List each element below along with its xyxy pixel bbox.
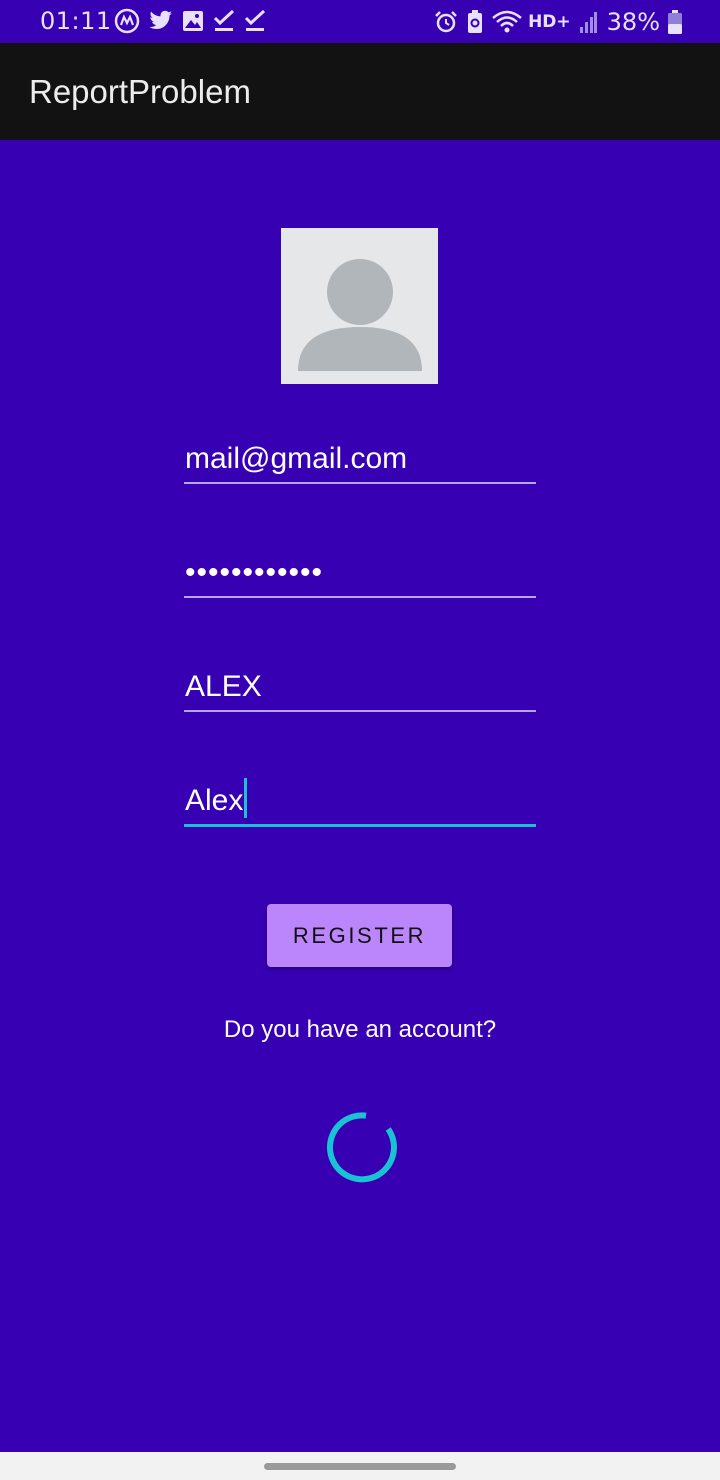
signal-icon [579,12,597,33]
check-icon [244,10,266,31]
username-value: Alex [185,784,244,817]
person-placeholder-icon [298,259,422,371]
register-button[interactable]: REGISTER [267,904,452,967]
status-left-icons [114,8,266,34]
password-field[interactable]: •••••••••••• [184,542,536,598]
status-bar: 01:11 HD+ 38% [0,0,720,43]
app-bar: ReportProblem [0,43,720,140]
image-icon [183,11,203,31]
email-underline [184,482,536,484]
name-underline [184,710,536,712]
password-underline [184,596,536,598]
network-type-label: HD+ [528,12,571,32]
username-value-wrapper: Alex [185,778,248,818]
avatar[interactable] [281,228,438,384]
password-value: •••••••••••• [185,556,324,589]
wifi-icon [492,10,522,33]
battery-icon [668,10,682,34]
name-field[interactable]: ALEX [184,656,536,712]
app-notification-icon [114,8,140,34]
battery-percent: 38% [606,8,660,36]
username-underline [184,824,536,827]
check-icon [213,10,235,31]
home-handle[interactable] [264,1463,456,1470]
twitter-icon [149,10,172,30]
text-cursor [244,778,248,818]
email-value: mail@gmail.com [185,442,408,475]
loading-spinner-icon [327,1112,397,1183]
status-right-icons: HD+ 38% [434,8,682,36]
alarm-icon [435,11,457,33]
login-link[interactable]: Do you have an account? [0,1016,720,1044]
app-title: ReportProblem [29,73,251,110]
navigation-bar [0,1452,720,1480]
name-value: ALEX [185,670,262,703]
battery-saver-icon [468,10,483,33]
email-field[interactable]: mail@gmail.com [184,428,536,484]
status-time: 01:11 [40,7,112,35]
username-field[interactable]: Alex [184,770,536,827]
